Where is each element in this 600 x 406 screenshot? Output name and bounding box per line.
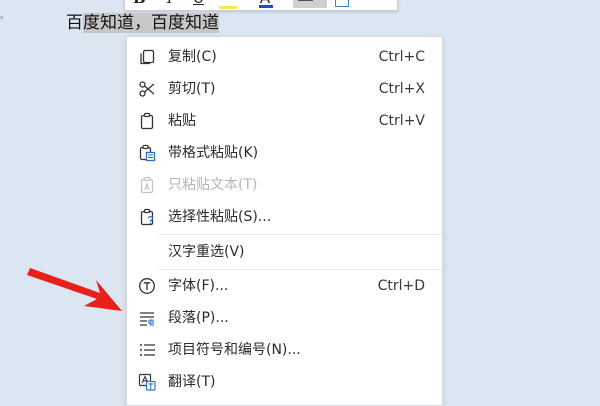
annotation-arrow-icon bbox=[27, 268, 122, 311]
